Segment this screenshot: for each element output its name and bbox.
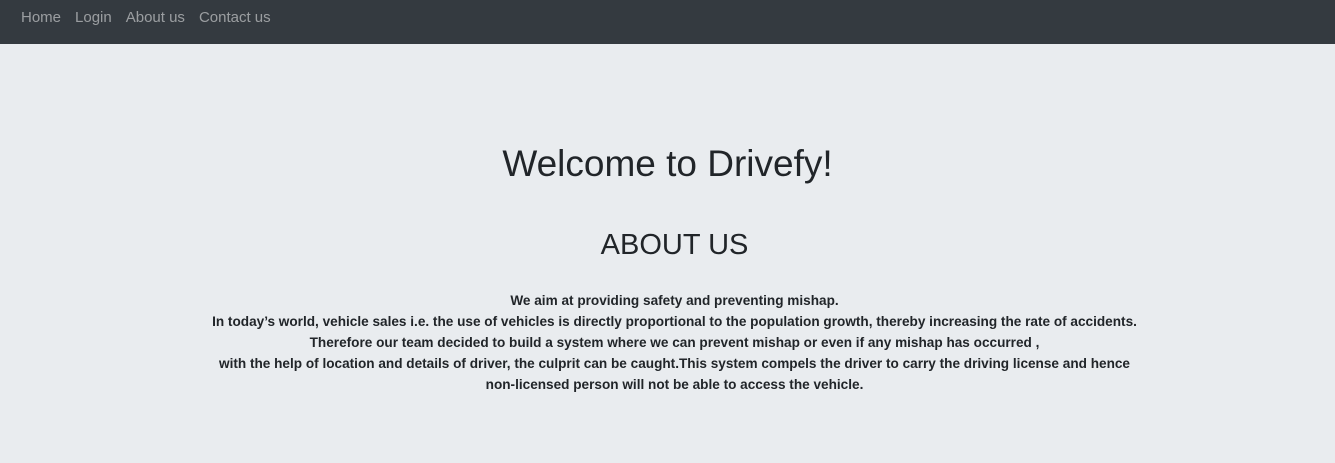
about-heading: ABOUT US <box>600 229 749 261</box>
about-line: with the help of location and details of… <box>219 356 1130 371</box>
nav-login-link[interactable]: Login <box>68 8 119 28</box>
about-paragraph: We aim at providing safety and preventin… <box>0 290 1335 395</box>
about-line: We aim at providing safety and preventin… <box>510 293 839 308</box>
nav-home-link[interactable]: Home <box>14 8 68 28</box>
about-line: Therefore our team decided to build a sy… <box>309 335 1040 350</box>
page-title: Welcome to Drivefy! <box>502 143 833 184</box>
about-line: non-licensed person will not be able to … <box>485 377 864 392</box>
about-line: In today’s world, vehicle sales i.e. the… <box>212 314 1137 329</box>
nav-about-link[interactable]: About us <box>119 8 192 28</box>
nav-contact-link[interactable]: Contact us <box>192 8 278 28</box>
top-navbar: Home Login About us Contact us <box>0 0 1335 44</box>
